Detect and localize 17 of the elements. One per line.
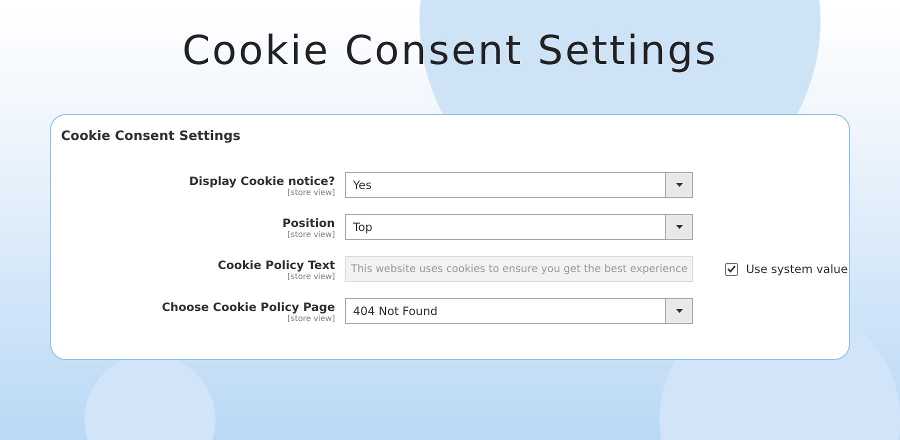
scope-note: [store view] [288,314,335,322]
caret-icon [676,183,682,187]
checkbox-label: Use system value [746,262,848,276]
dropdown-field[interactable]: Yes [345,172,693,198]
field-label: Display Cookie notice? [189,174,335,188]
scope-note: [store view] [288,272,335,280]
scope-note: [store view] [288,188,335,196]
dropdown-field[interactable]: 404 Not Found [345,298,693,324]
panel-title: Cookie Consent Settings [61,129,242,144]
field-label: Choose Cookie Policy Page [162,300,335,314]
caret-icon [676,225,682,229]
page-heading: Cookie Consent Settings [182,28,718,74]
field-label: Cookie Policy Text [218,258,335,272]
field-label: Position [282,216,335,230]
dropdown-field[interactable]: Top [345,214,693,240]
caret-icon [676,309,682,313]
scope-note: [store view] [288,230,335,238]
